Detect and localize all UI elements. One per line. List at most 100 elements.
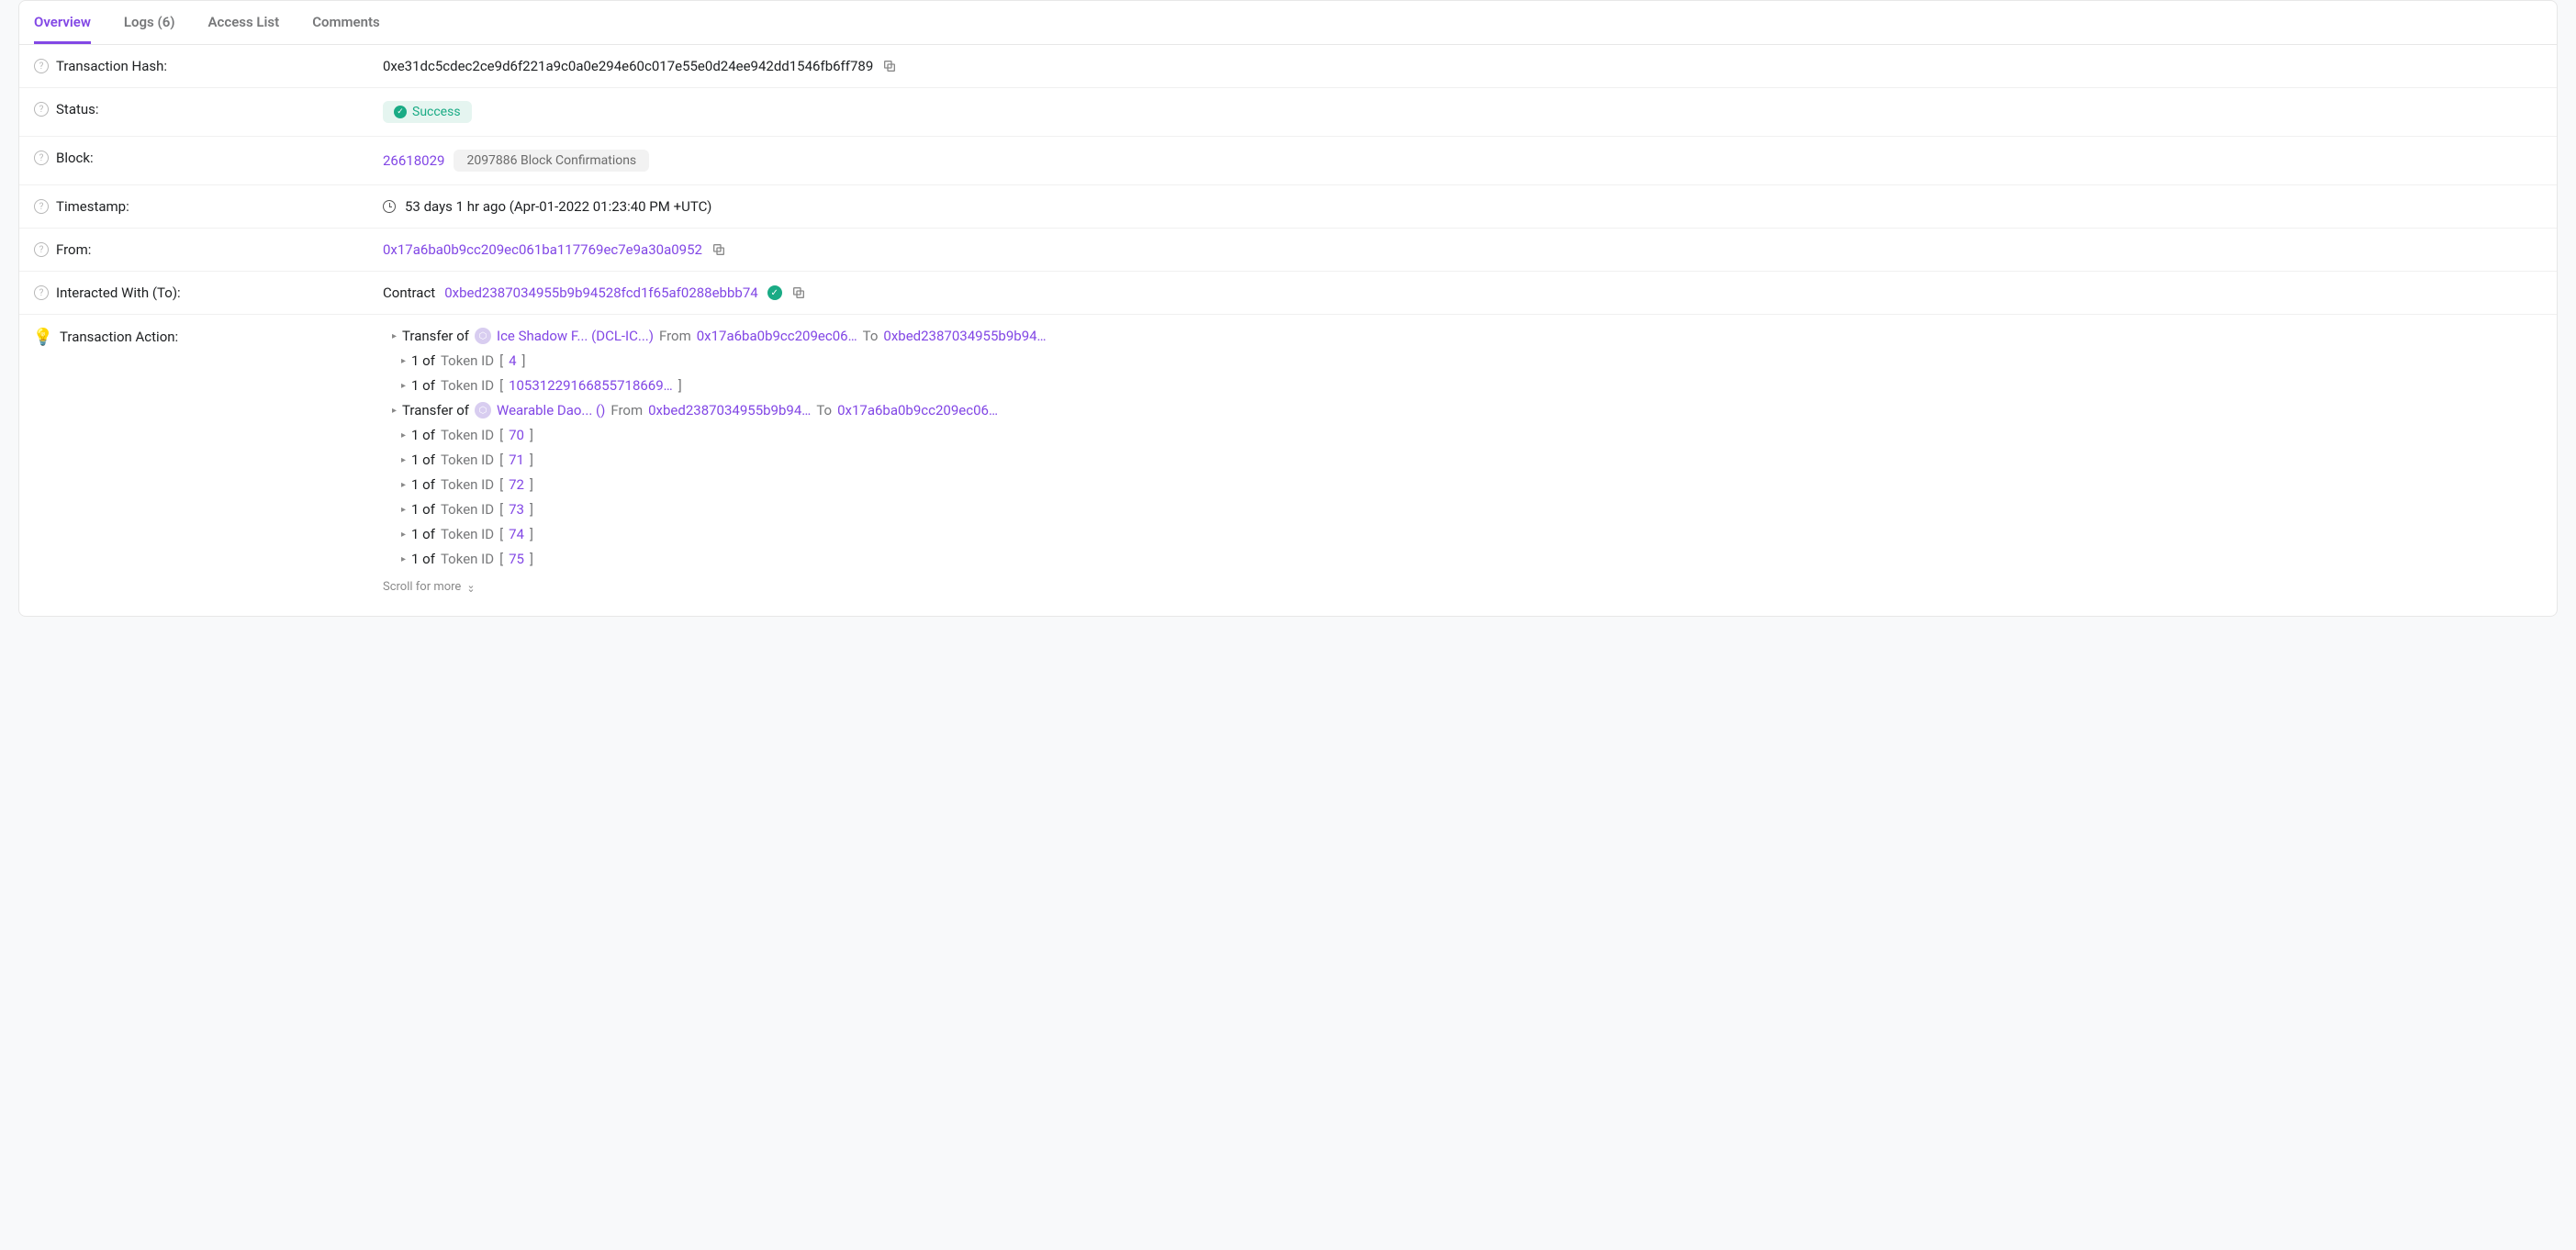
token-id-label: Token ID [441, 352, 494, 369]
bracket: ] [530, 452, 533, 468]
from-addr-link[interactable]: 0xbed2387034955b9b94… [648, 402, 811, 419]
label-text: Interacted With (To): [56, 285, 181, 301]
tab-access-list[interactable]: Access List [208, 1, 280, 44]
to-address-link[interactable]: 0xbed2387034955b9b94528fcd1f65af0288ebbb… [444, 285, 757, 301]
label-interacted-with: ? Interacted With (To): [34, 285, 383, 301]
label-text: Block: [56, 150, 94, 166]
row-from: ? From: 0x17a6ba0b9cc209ec061ba117769ec7… [19, 229, 2557, 272]
value-status: ✓ Success [383, 101, 2542, 123]
block-link[interactable]: 26618029 [383, 152, 444, 169]
row-status: ? Status: ✓ Success [19, 88, 2557, 137]
qty: 1 of [411, 352, 435, 369]
label-from: ? From: [34, 241, 383, 258]
bracket: [ [499, 526, 503, 542]
tab-overview[interactable]: Overview [34, 1, 91, 44]
token-id-link[interactable]: 71 [509, 452, 524, 468]
help-icon[interactable]: ? [34, 285, 49, 300]
status-text: Success [412, 105, 461, 119]
token-id-line: ▸ 1 of Token ID [72] [383, 476, 1047, 493]
help-icon[interactable]: ? [34, 59, 49, 73]
tab-logs[interactable]: Logs (6) [124, 1, 175, 44]
bracket: [ [499, 377, 503, 394]
token-id-link[interactable]: 73 [509, 501, 524, 518]
copy-icon[interactable] [711, 242, 726, 257]
token-id-link[interactable]: 75 [509, 551, 524, 567]
label-text: Timestamp: [56, 198, 129, 215]
copy-icon[interactable] [882, 59, 897, 73]
copy-icon[interactable] [791, 285, 806, 300]
help-icon[interactable]: ? [34, 151, 49, 165]
token-id-link[interactable]: 10531229166855718669… [509, 377, 673, 394]
transfer-prefix: Transfer of [402, 402, 469, 419]
row-tx-hash: ? Transaction Hash: 0xe31dc5cdec2ce9d6f2… [19, 45, 2557, 88]
label-text: Transaction Action: [60, 329, 178, 345]
label-timestamp: ? Timestamp: [34, 198, 383, 215]
bracket: [ [499, 476, 503, 493]
caret-icon: ▸ [401, 455, 406, 465]
qty: 1 of [411, 501, 435, 518]
from-address-link[interactable]: 0x17a6ba0b9cc209ec061ba117769ec7e9a30a09… [383, 241, 702, 258]
scroll-for-more[interactable]: Scroll for more ⌄⌄ [383, 576, 476, 594]
bracket: ] [530, 551, 533, 567]
caret-icon: ▸ [401, 480, 406, 490]
value-from: 0x17a6ba0b9cc209ec061ba117769ec7e9a30a09… [383, 241, 2542, 258]
label-text: Status: [56, 101, 99, 117]
qty: 1 of [411, 377, 435, 394]
row-tx-action: 💡 Transaction Action: ▸ Transfer of ⬡ Ic… [19, 315, 2557, 607]
action-list: ▸ Transfer of ⬡ Ice Shadow F... (DCL-IC.… [383, 328, 1047, 567]
token-id-link[interactable]: 74 [509, 526, 524, 542]
tabs: Overview Logs (6) Access List Comments [19, 1, 2557, 45]
caret-icon: ▸ [401, 430, 406, 441]
qty: 1 of [411, 427, 435, 443]
label-text: Transaction Hash: [56, 58, 167, 74]
caret-icon: ▸ [401, 554, 406, 564]
bracket: [ [499, 551, 503, 567]
bracket: ] [522, 352, 526, 369]
verified-icon: ✓ [767, 285, 782, 300]
from-label: From [659, 328, 691, 344]
token-id-line: ▸ 1 of Token ID [73] [383, 501, 1047, 518]
row-block: ? Block: 26618029 2097886 Block Confirma… [19, 137, 2557, 185]
overview-content: ? Transaction Hash: 0xe31dc5cdec2ce9d6f2… [19, 45, 2557, 616]
to-label: To [816, 402, 832, 419]
tab-comments[interactable]: Comments [312, 1, 380, 44]
help-icon[interactable]: ? [34, 102, 49, 117]
token-id-line: ▸ 1 of Token ID [70] [383, 427, 1047, 443]
token-name-link[interactable]: Ice Shadow F... (DCL-IC...) [497, 328, 654, 344]
token-id-label: Token ID [441, 476, 494, 493]
help-icon[interactable]: ? [34, 199, 49, 214]
to-addr-link[interactable]: 0x17a6ba0b9cc209ec06… [837, 402, 998, 419]
row-timestamp: ? Timestamp: 53 days 1 hr ago (Apr-01-20… [19, 185, 2557, 229]
token-id-link[interactable]: 70 [509, 427, 524, 443]
token-id-link[interactable]: 72 [509, 476, 524, 493]
contract-prefix: Contract [383, 285, 435, 301]
lightbulb-icon: 💡 [34, 328, 52, 346]
token-id-link[interactable]: 4 [509, 352, 516, 369]
value-block: 26618029 2097886 Block Confirmations [383, 150, 2542, 172]
caret-icon: ▸ [392, 331, 397, 341]
confirmations-badge: 2097886 Block Confirmations [454, 150, 649, 172]
qty: 1 of [411, 476, 435, 493]
token-id-label: Token ID [441, 526, 494, 542]
timestamp-text: 53 days 1 hr ago (Apr-01-2022 01:23:40 P… [405, 198, 711, 215]
token-name-link[interactable]: Wearable Dao... () [497, 402, 605, 419]
from-addr-link[interactable]: 0x17a6ba0b9cc209ec06… [697, 328, 857, 344]
transfer-prefix: Transfer of [402, 328, 469, 344]
clock-icon [383, 200, 396, 213]
caret-icon: ▸ [401, 530, 406, 540]
token-icon: ⬡ [475, 402, 491, 419]
bracket: [ [499, 501, 503, 518]
bracket: [ [499, 427, 503, 443]
help-icon[interactable]: ? [34, 242, 49, 257]
bracket: [ [499, 452, 503, 468]
token-id-line: ▸ 1 of Token ID [10531229166855718669…] [383, 377, 1047, 394]
transfer-line: ▸ Transfer of ⬡ Ice Shadow F... (DCL-IC.… [383, 328, 1047, 344]
to-addr-link[interactable]: 0xbed2387034955b9b94… [883, 328, 1046, 344]
transfer-line: ▸ Transfer of ⬡ Wearable Dao... () From … [383, 402, 1047, 419]
scroll-more-text: Scroll for more [383, 580, 461, 594]
row-interacted-with: ? Interacted With (To): Contract 0xbed23… [19, 272, 2557, 315]
token-id-line: ▸ 1 of Token ID [75] [383, 551, 1047, 567]
value-tx-hash: 0xe31dc5cdec2ce9d6f221a9c0a0e294e60c017e… [383, 58, 2542, 74]
label-text: From: [56, 241, 91, 258]
transaction-card: Overview Logs (6) Access List Comments ?… [18, 0, 2558, 617]
